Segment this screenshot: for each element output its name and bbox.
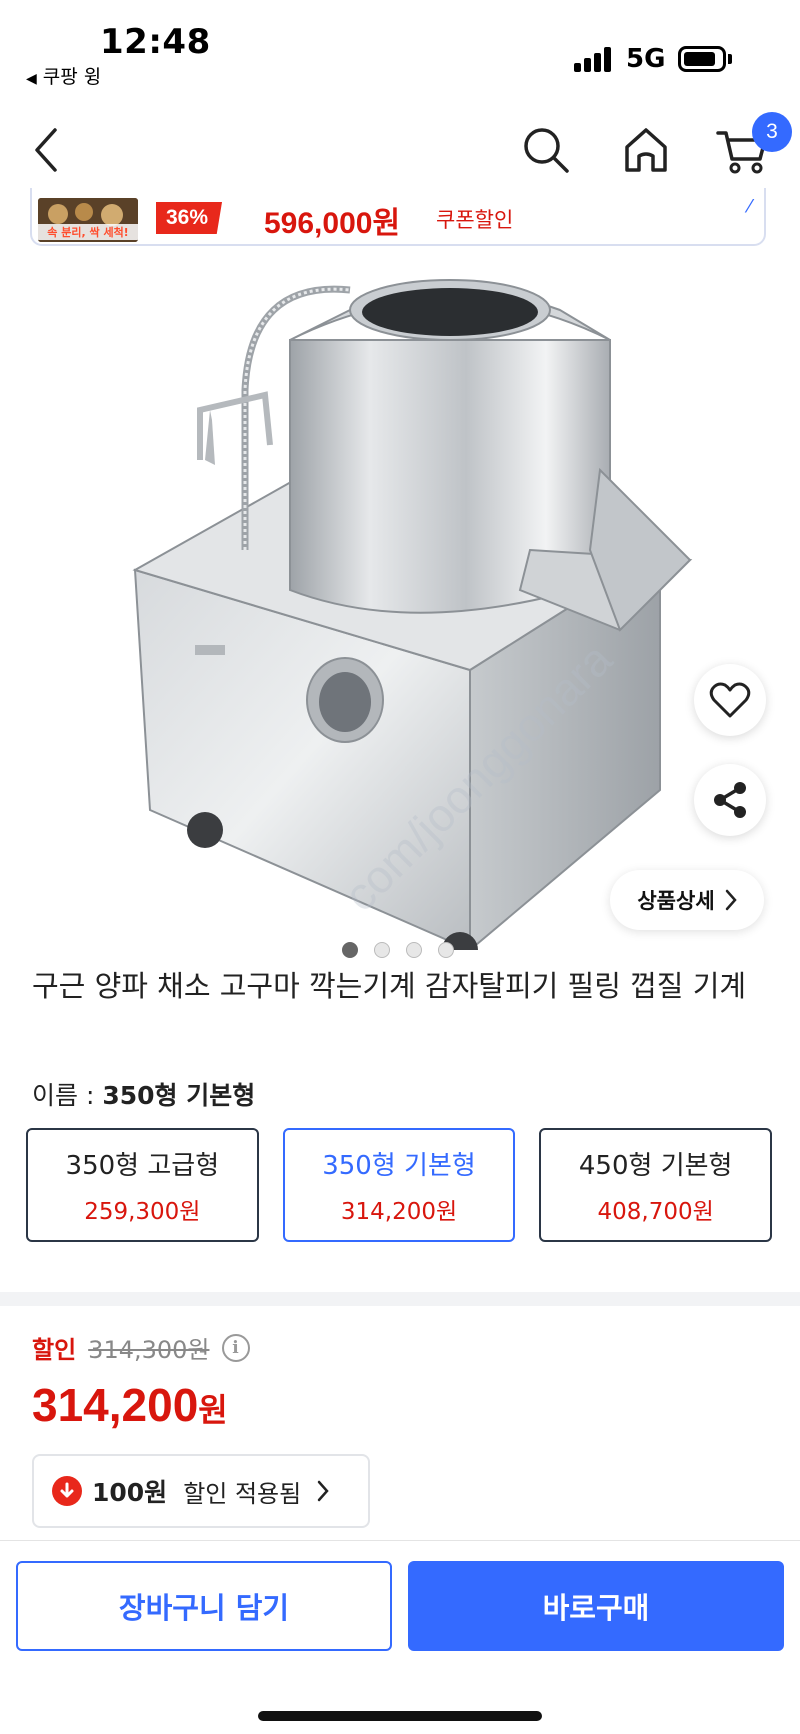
chevron-icon: ⁄ [748, 196, 752, 217]
option-card[interactable]: 350형 고급형 259,300원 [26, 1128, 259, 1242]
chevron-right-icon [725, 889, 737, 911]
heart-icon [709, 682, 751, 718]
search-icon [524, 128, 569, 173]
battery-icon [678, 46, 726, 72]
option-label: 350형 고급형 [65, 1150, 220, 1181]
share-button[interactable] [694, 764, 766, 836]
pagination-dot[interactable] [374, 942, 390, 958]
coupon-price: 596,000원 [264, 207, 401, 240]
battery-cap [728, 54, 732, 64]
pagination-dot[interactable] [406, 942, 422, 958]
pagination-dot[interactable] [438, 942, 454, 958]
home-button[interactable] [614, 110, 678, 190]
product-detail-button[interactable]: 상품상세 [610, 870, 764, 930]
coupon-discount-rate: 36% [156, 202, 223, 234]
coupon-banner[interactable]: 속 분리, 싹 세척! 36% 596,000원 쿠폰할인 ⁄ [30, 188, 766, 246]
final-price: 314,200원 [32, 1378, 228, 1432]
coupon-thumbnail: 속 분리, 싹 세척! [38, 198, 138, 242]
search-button[interactable] [514, 110, 578, 190]
share-icon [714, 782, 746, 818]
chevron-right-icon [317, 1480, 329, 1502]
option-card[interactable]: 450형 기본형 408,700원 [539, 1128, 773, 1242]
option-name-label: 이름 : [32, 1081, 103, 1110]
coupon-label: 쿠폰할인 [436, 208, 514, 232]
discount-amount: 100원 [92, 1478, 168, 1507]
product-title: 구근 양파 채소 고구마 깍는기계 감자탈피기 필링 껍질 기계 [32, 969, 747, 1003]
pagination-dot[interactable] [342, 942, 358, 958]
like-button[interactable] [694, 664, 766, 736]
original-price: 314,300원 [88, 1336, 210, 1364]
discount-label: 할인 적용됨 [183, 1479, 302, 1508]
home-icon [625, 128, 667, 172]
thumbnail-text: 속 분리, 싹 세척! [38, 224, 138, 240]
top-nav [0, 110, 800, 190]
product-detail-label: 상품상세 [637, 889, 715, 913]
final-price-unit: 원 [198, 1391, 228, 1429]
option-label: 350형 기본형 [322, 1150, 476, 1181]
option-name: 이름 : 350형 기본형 [32, 1076, 255, 1112]
signal-icon [574, 46, 614, 72]
status-time: 12:48 [100, 22, 211, 62]
section-divider [0, 1292, 800, 1306]
discount-applied-button[interactable]: 100원 할인 적용됨 [32, 1454, 370, 1528]
option-label: 450형 기본형 [578, 1150, 733, 1181]
final-price-amount: 314,200 [32, 1379, 199, 1431]
arrow-down-icon [52, 1476, 82, 1506]
buy-now-button[interactable]: 바로구매 [408, 1561, 784, 1651]
option-price: 408,700원 [597, 1198, 714, 1225]
option-selected-name: 350형 기본형 [102, 1081, 256, 1110]
back-triangle-icon: ◀ [26, 71, 37, 87]
sale-label: 할인 [32, 1336, 77, 1364]
original-price-row: 할인 314,300원 i [32, 1330, 250, 1365]
option-list: 350형 고급형 259,300원 350형 기본형 314,200원 450형… [26, 1128, 773, 1242]
cart-count-badge: 3 [752, 112, 792, 152]
network-type: 5G [626, 44, 666, 74]
back-to-app-link[interactable]: ◀ 쿠팡 윙 [26, 62, 101, 89]
info-icon[interactable]: i [221, 1333, 250, 1362]
option-card-selected[interactable]: 350형 기본형 314,200원 [282, 1128, 516, 1242]
image-pagination [342, 942, 454, 958]
product-image[interactable]: com/joonggonara [0, 250, 800, 968]
home-indicator[interactable] [258, 1711, 542, 1721]
status-bar: 12:48 ◀ 쿠팡 윙 5G [0, 0, 800, 100]
back-app-label: 쿠팡 윙 [42, 66, 102, 88]
back-button[interactable] [14, 110, 78, 190]
option-price: 259,300원 [84, 1198, 201, 1225]
bottom-action-bar: 장바구니 담기 바로구매 [0, 1540, 800, 1734]
add-to-cart-button[interactable]: 장바구니 담기 [16, 1561, 392, 1651]
option-price: 314,200원 [340, 1198, 458, 1225]
chevron-left-icon [35, 128, 57, 172]
